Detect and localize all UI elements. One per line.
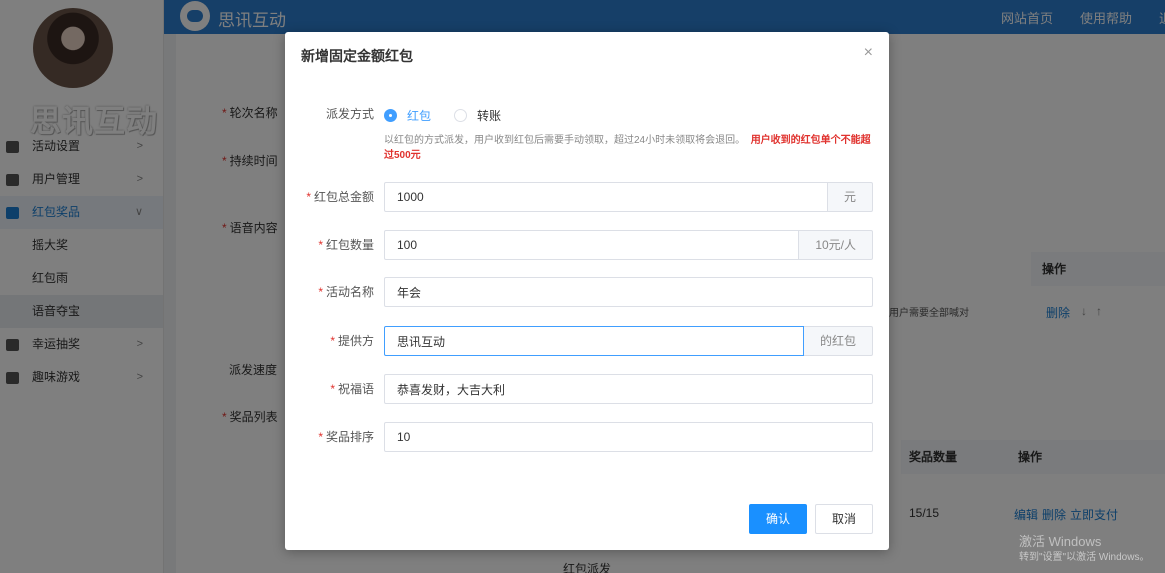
prize-order-input[interactable]: [384, 422, 873, 452]
provider-label: * 提供方: [330, 334, 374, 348]
dialog-title: 新增固定金额红包: [301, 48, 413, 64]
total-amount-row: *红包总金额 元: [285, 182, 889, 212]
blessing-row: * 祝福语: [285, 374, 889, 404]
dispatch-method-row: 派发方式 红包 转账: [285, 104, 889, 124]
radio-label: 转账: [477, 109, 502, 123]
prize-order-label: * 奖品排序: [318, 430, 374, 444]
blessing-input[interactable]: [384, 374, 873, 404]
per-person-amount: 10元/人: [799, 230, 873, 260]
activity-name-input[interactable]: [384, 277, 873, 307]
radio-label: 红包: [407, 109, 432, 123]
add-fixed-red-packet-dialog: 新增固定金额红包 × 派发方式 红包 转账 以红包的方式派发，用户收到红包后需要…: [285, 32, 889, 550]
radio-unchecked-icon: [454, 109, 467, 122]
total-amount-input[interactable]: [384, 182, 828, 212]
activity-name-label: * 活动名称: [318, 285, 374, 299]
packet-count-label: * 红包数量: [318, 238, 374, 252]
blessing-label: * 祝福语: [330, 382, 374, 396]
provider-input[interactable]: [384, 326, 804, 356]
radio-checked-icon: [384, 109, 397, 122]
cancel-button[interactable]: 取消: [815, 504, 873, 534]
radio-transfer[interactable]: 转账: [454, 107, 501, 124]
dispatch-hint: 以红包的方式派发，用户收到红包后需要手动领取，超过24小时未领取将会退回。 用户…: [384, 133, 874, 163]
prize-order-row: * 奖品排序: [285, 422, 889, 452]
total-amount-unit: 元: [827, 182, 873, 212]
provider-row: *提供方 的红包: [285, 326, 889, 356]
provider-suffix: 的红包: [803, 326, 873, 356]
hint-text: 以红包的方式派发，用户收到红包后需要手动领取，超过24小时未领取将会退回。: [384, 135, 746, 146]
radio-red-packet[interactable]: 红包: [384, 107, 431, 124]
packet-count-row: *红包数量 10元/人: [285, 230, 889, 260]
dispatch-method-label: 派发方式: [325, 107, 374, 121]
close-icon[interactable]: ×: [864, 44, 873, 62]
packet-count-input[interactable]: [384, 230, 800, 260]
activity-name-row: * 活动名称: [285, 277, 889, 307]
total-amount-label: * 红包总金额: [306, 190, 374, 204]
activation-watermark-hint: 转到"设置"以激活 Windows。: [1019, 552, 1150, 563]
confirm-button[interactable]: 确认: [749, 504, 807, 534]
